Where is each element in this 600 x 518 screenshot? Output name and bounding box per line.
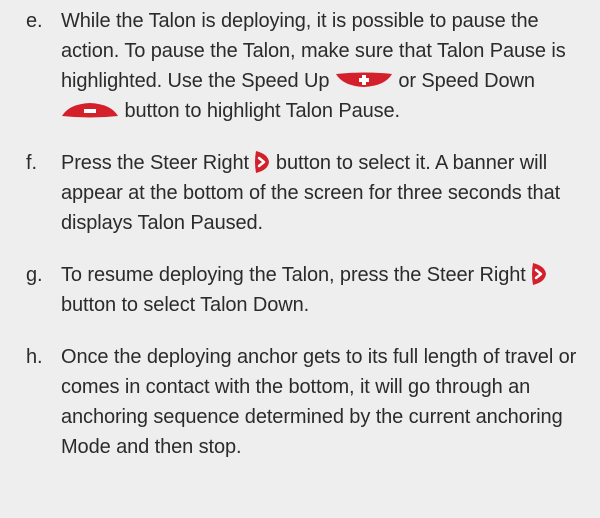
step-letter: g.	[26, 264, 43, 286]
steer-right-icon	[531, 262, 547, 286]
step-text: button to highlight Talon Pause.	[124, 100, 400, 122]
step-text: Press the Steer Right	[61, 152, 255, 174]
speed-up-icon	[335, 72, 393, 88]
speed-down-icon	[61, 102, 119, 118]
step-text: To resume deploying the Talon, press the…	[61, 264, 532, 286]
step-h: h. Once the deploying anchor gets to its…	[0, 342, 600, 462]
step-letter: e.	[26, 10, 43, 32]
step-g: g. To resume deploying the Talon, press …	[0, 260, 600, 320]
step-text: Once the deploying anchor gets to its fu…	[61, 346, 577, 458]
step-letter: f.	[26, 152, 37, 174]
step-e: e. While the Talon is deploying, it is p…	[0, 6, 600, 126]
step-text: or Speed Down	[398, 70, 535, 92]
step-text: button to select Talon Down.	[61, 294, 310, 316]
steer-right-icon	[254, 150, 270, 174]
step-f: f. Press the Steer Right button to selec…	[0, 148, 600, 238]
manual-page: e. While the Talon is deploying, it is p…	[0, 0, 600, 518]
step-letter: h.	[26, 346, 43, 368]
